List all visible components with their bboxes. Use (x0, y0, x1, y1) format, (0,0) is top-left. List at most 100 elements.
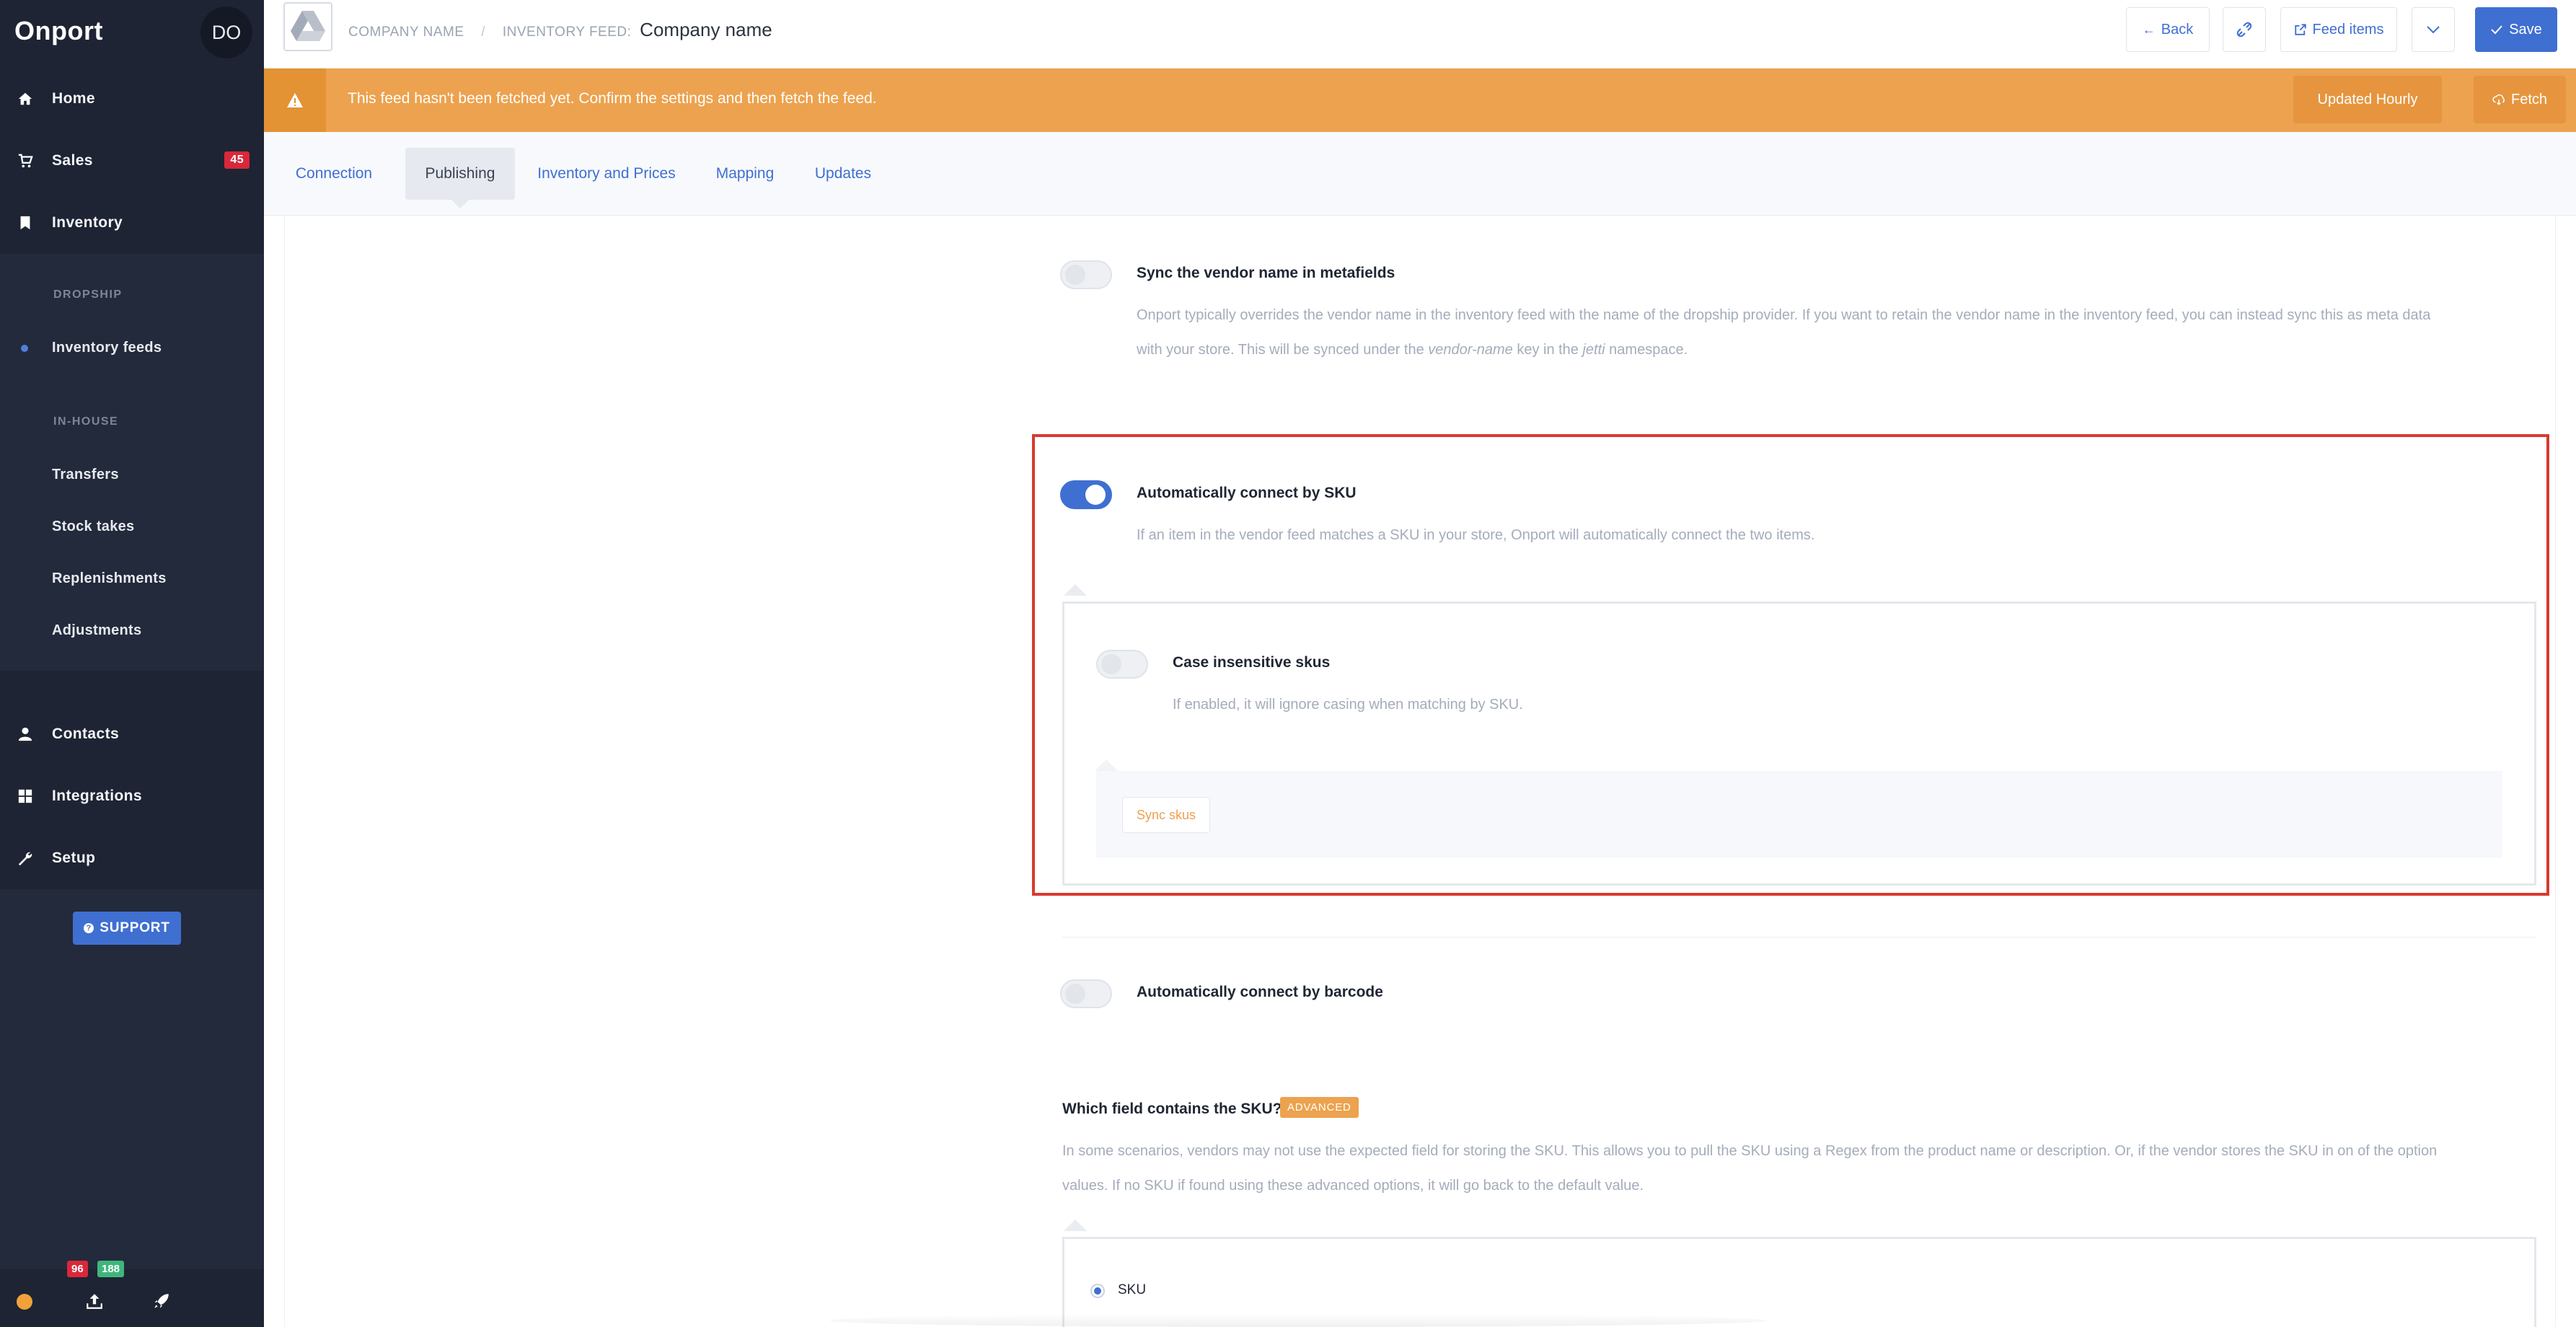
unlink-button[interactable] (2223, 7, 2266, 52)
cart-icon (18, 154, 33, 168)
secondary-nav: Contacts Integrations Setup (0, 671, 264, 889)
vendor-sync-description: Onport typically overrides the vendor na… (1137, 298, 2550, 367)
desc-namespace: jetti (1582, 342, 1605, 358)
subnav-transfers[interactable]: Transfers (0, 449, 264, 501)
inventory-subnav: DROPSHIP Inventory feeds IN-HOUSE Transf… (0, 254, 264, 671)
warning-message: This feed hasn't been fetched yet. Confi… (348, 90, 877, 107)
advanced-badge: ADVANCED (1280, 1097, 1359, 1118)
case-insensitive-description: If enabled, it will ignore casing when m… (1173, 697, 1523, 713)
tab-mapping[interactable]: Mapping (713, 148, 777, 200)
unlink-icon (2236, 22, 2252, 38)
tab-publishing[interactable]: Publishing (405, 148, 515, 208)
case-insensitive-title: Case insensitive skus (1173, 654, 1331, 671)
back-button[interactable]: ← Back (2126, 7, 2210, 52)
sync-skus-button[interactable]: Sync skus (1122, 797, 1210, 833)
nav-item-integrations[interactable]: Integrations (0, 765, 264, 827)
breadcrumb-separator: / (481, 25, 486, 40)
sales-count-badge: 45 (224, 151, 250, 169)
desc-text: namespace. (1605, 342, 1688, 358)
desc-text: with your store. This will be synced und… (1137, 342, 1429, 358)
subnav-inventory-feeds[interactable]: Inventory feeds (0, 322, 264, 374)
nav-item-setup[interactable]: Setup (0, 827, 264, 889)
publishing-settings: Sync the vendor name in metafields Onpor… (284, 216, 2556, 1327)
error-count-badge: 96 (67, 1261, 88, 1277)
toggle-knob (1065, 984, 1085, 1004)
scroll-shadow (829, 1314, 1767, 1327)
nav-item-inventory[interactable]: Inventory (0, 192, 264, 254)
support-button[interactable]: ? SUPPORT (73, 912, 181, 945)
support-label: SUPPORT (100, 920, 170, 935)
sku-connect-title: Automatically connect by SKU (1137, 485, 1357, 501)
home-icon (18, 92, 32, 105)
sku-field-description: In some scenarios, vendors may not use t… (1062, 1134, 2548, 1203)
panel-caret (1095, 759, 1118, 771)
nav-item-sales[interactable]: Sales 45 (0, 130, 264, 192)
topbar: COMPANY NAME / INVENTORY FEED: Company n… (264, 0, 2576, 69)
cloud-download-icon (2492, 94, 2505, 105)
desc-line: In some scenarios, vendors may not use t… (1062, 1143, 2438, 1159)
wrench-icon (18, 852, 32, 866)
desc-line: with your store. This will be synced und… (1137, 332, 2550, 367)
fetch-button[interactable]: Fetch (2474, 76, 2566, 123)
sync-skus-area: Sync skus (1096, 771, 2502, 858)
bookmark-icon (20, 216, 30, 230)
check-icon (2491, 25, 2502, 35)
user-avatar[interactable]: DO (200, 6, 252, 58)
desc-line: values. If no SKU if found using these a… (1062, 1178, 1644, 1194)
chevron-down-icon (2427, 26, 2440, 34)
toggle-knob (1101, 654, 1121, 674)
desc-text: key in the (1512, 342, 1583, 358)
section-divider (1062, 937, 2536, 938)
vendor-sync-title: Sync the vendor name in metafields (1137, 265, 1395, 281)
nav-item-contacts[interactable]: Contacts (0, 703, 264, 765)
tab-updates[interactable]: Updates (812, 148, 874, 200)
feed-items-label: Feed items (2312, 21, 2384, 38)
sidebar-footer: 96 188 (0, 1261, 264, 1327)
sku-option-label: SKU (1118, 1282, 1147, 1297)
save-button[interactable]: Save (2475, 7, 2557, 52)
fetch-label: Fetch (2510, 91, 2548, 107)
fetch-warning-banner: This feed hasn't been fetched yet. Confi… (264, 69, 2576, 132)
warning-icon-box (264, 69, 326, 132)
subnav-stock-takes[interactable]: Stock takes (0, 501, 264, 552)
rocket-icon[interactable] (152, 1291, 171, 1311)
desc-key: vendor-name (1428, 342, 1513, 358)
sku-option-radio[interactable] (1090, 1284, 1105, 1298)
status-indicator-icon[interactable] (17, 1294, 32, 1310)
panel-caret (1064, 584, 1087, 596)
panel-caret (1064, 1220, 1087, 1231)
nav-label: Integrations (52, 788, 142, 804)
nav-label: Setup (52, 850, 96, 866)
tab-inventory-and-prices[interactable]: Inventory and Prices (532, 148, 681, 200)
sidebar-header: Onport DO (0, 0, 264, 68)
nav-item-home[interactable]: Home (0, 68, 264, 130)
external-link-icon (2294, 24, 2306, 35)
case-insensitive-toggle[interactable] (1096, 650, 1148, 679)
breadcrumb: COMPANY NAME / INVENTORY FEED: Company n… (348, 19, 772, 41)
barcode-connect-toggle[interactable] (1060, 979, 1112, 1008)
drive-logo-icon (291, 11, 325, 41)
more-actions-button[interactable] (2412, 7, 2455, 52)
toggle-knob (1065, 265, 1085, 285)
grid-icon (18, 789, 32, 803)
sku-connect-toggle[interactable] (1060, 480, 1112, 509)
settings-tabs: Connection Publishing Inventory and Pric… (264, 132, 2576, 216)
success-count-badge: 188 (97, 1261, 125, 1277)
tab-connection[interactable]: Connection (288, 148, 379, 200)
nav-label: Home (52, 90, 95, 107)
nav-label: Contacts (52, 726, 120, 742)
upload-icon[interactable] (85, 1291, 104, 1311)
subnav-replenishments[interactable]: Replenishments (0, 552, 264, 604)
breadcrumb-company[interactable]: COMPANY NAME (348, 25, 464, 40)
save-label: Save (2509, 21, 2542, 38)
main-nav: Home Sales 45 Inventory (0, 68, 264, 254)
subnav-adjustments[interactable]: Adjustments (0, 604, 264, 656)
desc-line: Onport typically overrides the vendor na… (1137, 307, 2431, 323)
vendor-sync-toggle[interactable] (1060, 260, 1112, 289)
subnav-label: Inventory feeds (52, 339, 162, 356)
feed-items-button[interactable]: Feed items (2280, 7, 2397, 52)
barcode-connect-title: Automatically connect by barcode (1137, 984, 1383, 1000)
update-frequency-button[interactable]: Updated Hourly (2293, 76, 2442, 123)
brand-logo[interactable]: Onport (14, 16, 103, 46)
inhouse-heading: IN-HOUSE (53, 415, 119, 428)
